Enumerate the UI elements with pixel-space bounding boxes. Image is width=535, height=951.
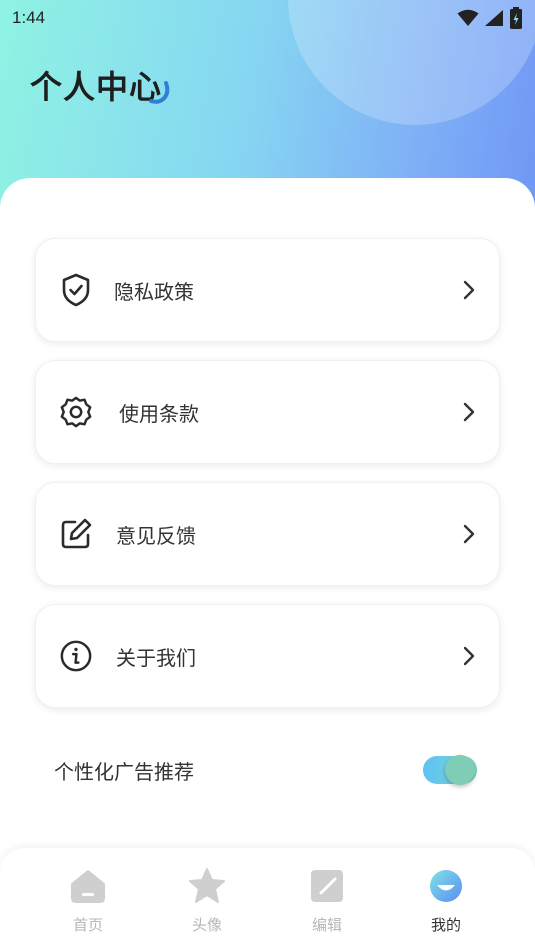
toggle-knob bbox=[445, 755, 475, 785]
info-icon bbox=[59, 639, 93, 673]
tab-avatar[interactable]: 头像 bbox=[157, 848, 257, 951]
menu-item-privacy-policy[interactable]: 隐私政策 bbox=[35, 238, 500, 342]
status-bar: 1:44 bbox=[0, 0, 535, 36]
personalized-ads-label: 个性化广告推荐 bbox=[54, 759, 194, 784]
personalized-ads-toggle[interactable] bbox=[423, 755, 477, 785]
page-title: 个人中心 bbox=[30, 68, 163, 106]
menu-item-label: 关于我们 bbox=[116, 645, 196, 670]
gear-icon bbox=[59, 395, 93, 429]
edit-square-icon bbox=[307, 866, 347, 906]
shield-check-icon bbox=[59, 273, 93, 307]
tab-label: 编辑 bbox=[311, 916, 342, 934]
bottom-tab-bar: 首页 头像 编辑 我的 bbox=[0, 848, 535, 951]
menu-item-label: 意见反馈 bbox=[116, 523, 196, 548]
personalized-ads-row: 个性化广告推荐 bbox=[54, 752, 484, 788]
menu-item-label: 隐私政策 bbox=[114, 279, 194, 304]
battery-icon bbox=[510, 7, 522, 29]
status-icons bbox=[457, 7, 523, 29]
profile-icon bbox=[426, 866, 466, 906]
tab-home[interactable]: 首页 bbox=[38, 848, 138, 951]
cellular-signal-icon bbox=[485, 10, 503, 26]
star-icon bbox=[187, 866, 227, 906]
menu-item-label: 使用条款 bbox=[119, 401, 199, 426]
status-time: 1:44 bbox=[12, 8, 46, 27]
wifi-icon bbox=[457, 9, 479, 26]
chevron-right-icon bbox=[463, 646, 475, 666]
chevron-right-icon bbox=[463, 280, 475, 300]
chevron-right-icon bbox=[463, 524, 475, 544]
tab-edit[interactable]: 编辑 bbox=[277, 848, 377, 951]
tab-mine[interactable]: 我的 bbox=[396, 848, 496, 951]
menu-item-feedback[interactable]: 意见反馈 bbox=[35, 482, 500, 586]
menu-item-terms-of-use[interactable]: 使用条款 bbox=[35, 360, 500, 464]
home-icon bbox=[68, 866, 108, 906]
tab-label: 首页 bbox=[72, 916, 103, 934]
tab-label: 头像 bbox=[191, 916, 222, 934]
tab-label: 我的 bbox=[430, 916, 461, 934]
edit-icon bbox=[59, 517, 93, 551]
title-swoosh-icon bbox=[149, 81, 170, 104]
chevron-right-icon bbox=[463, 402, 475, 422]
menu-item-about-us[interactable]: 关于我们 bbox=[35, 604, 500, 708]
